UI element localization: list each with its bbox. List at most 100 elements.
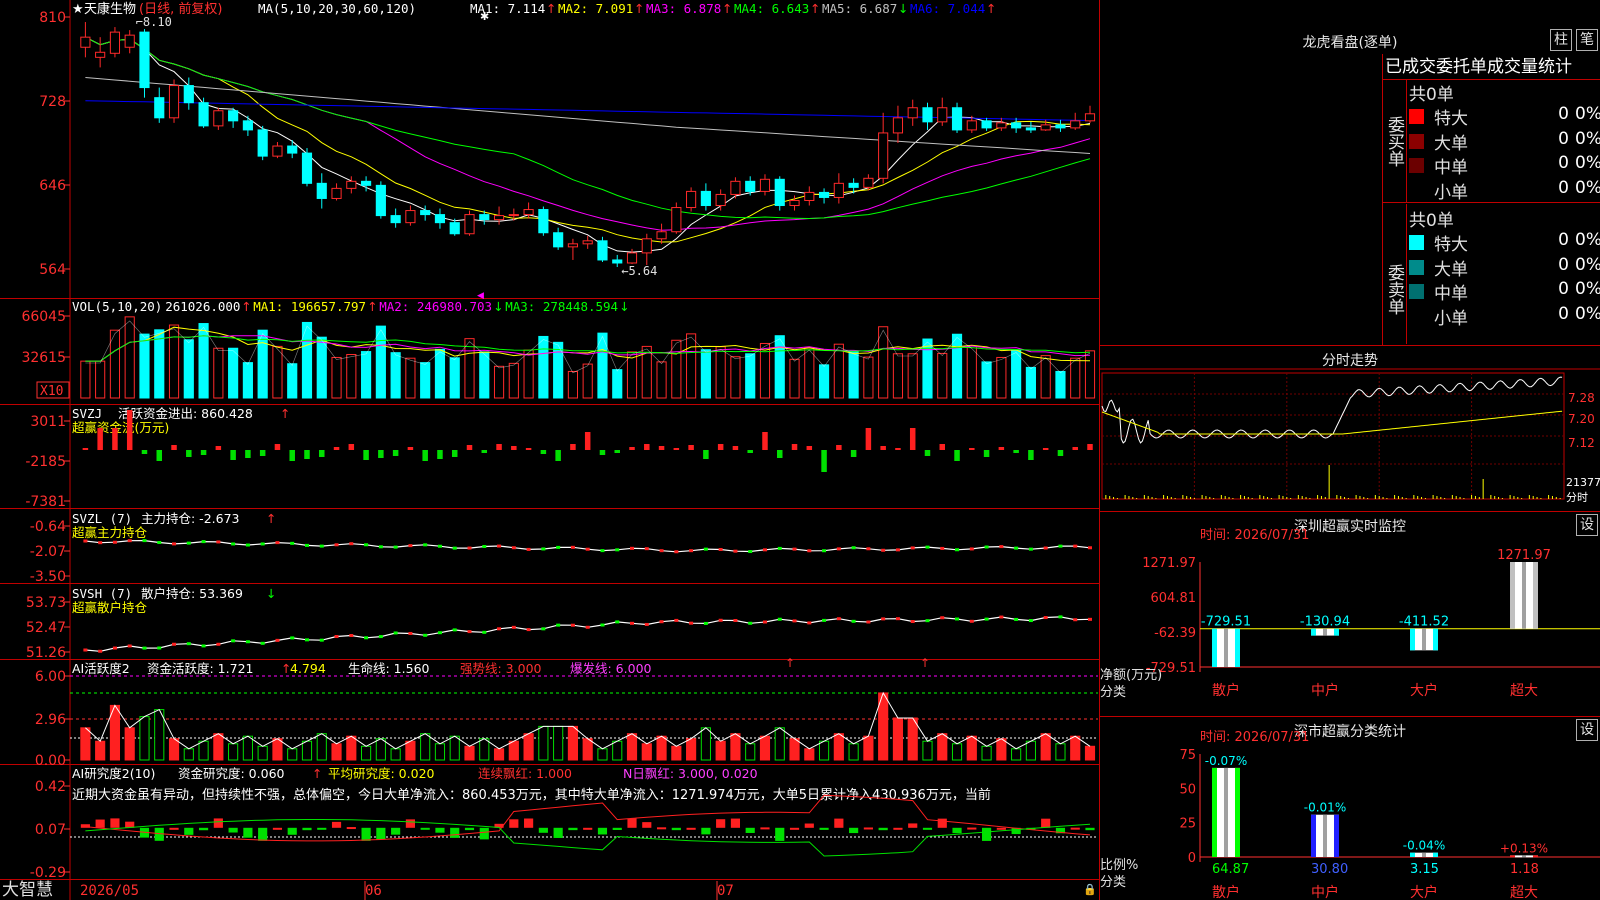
xaxis-label-jul: 07 xyxy=(717,883,734,899)
volume-bar xyxy=(1011,349,1022,399)
candle-body xyxy=(759,178,771,192)
candle-body xyxy=(316,182,327,199)
classify-bar-edge xyxy=(1410,852,1415,857)
candle-body xyxy=(287,145,298,154)
color-swatch xyxy=(1409,133,1424,149)
ai2-bar xyxy=(1085,827,1095,831)
lock-icon[interactable]: 🔒 xyxy=(1083,883,1097,896)
vol-ytick-0: 66045 xyxy=(21,309,66,325)
candle-body xyxy=(139,31,150,89)
svzj-bar xyxy=(570,444,576,450)
svzj-bar xyxy=(156,450,163,461)
svzj-bar xyxy=(703,450,709,459)
app-logo[interactable]: 大智慧 xyxy=(2,880,53,900)
svzl-dot xyxy=(201,540,206,544)
volume-bar xyxy=(1025,366,1036,399)
volume-bar xyxy=(168,324,180,399)
ai1-bar xyxy=(1025,740,1036,761)
svsh-dot xyxy=(157,646,162,650)
svzj-bar xyxy=(688,445,694,450)
svsh-dot xyxy=(556,623,561,627)
candle-body xyxy=(375,184,386,217)
vol-legend-item-4: MA3: 278448.594 xyxy=(505,299,618,314)
candle-body xyxy=(553,232,564,248)
svzj-bar xyxy=(112,428,118,450)
ai2-bar xyxy=(671,827,681,831)
svzj-bar xyxy=(747,450,753,453)
svzj-bar xyxy=(363,450,369,460)
ma-line-30 xyxy=(85,36,1091,220)
fenshi-panel[interactable]: 分时走势 7.28 7.20 7.12 21377 分时 xyxy=(1100,345,1600,511)
classify-bar-center xyxy=(1522,855,1526,858)
volume-bar xyxy=(287,363,298,399)
svsh-dot xyxy=(851,619,856,623)
candle-body xyxy=(1070,120,1081,129)
ai1-bar xyxy=(759,735,771,761)
svzl-dot xyxy=(290,541,295,545)
stock-name[interactable]: 天康生物 xyxy=(84,1,136,17)
buy-row-3: 小单 0 0% xyxy=(1409,177,1600,203)
ai2-bar xyxy=(346,827,356,830)
classify-bar-center xyxy=(1422,852,1426,857)
price-ytick-3: 564 xyxy=(39,262,66,278)
candle-body xyxy=(390,215,401,224)
ai2-bar xyxy=(198,827,209,831)
svzj-bar xyxy=(836,445,842,450)
ai1-bar xyxy=(612,740,623,761)
bar-mode-button[interactable]: 柱 xyxy=(1550,29,1572,51)
ai1-bar xyxy=(626,733,638,761)
monitor-bar-edge xyxy=(1533,562,1538,629)
classify-bar-edge xyxy=(1510,855,1515,858)
list-mode-button[interactable]: 笔 xyxy=(1576,29,1598,51)
classify-bar-center xyxy=(1323,814,1327,857)
classify-ytick-3: 0 xyxy=(1188,851,1196,866)
svzl-dot xyxy=(186,541,191,545)
svzl-dot xyxy=(999,545,1004,549)
svzj-bar xyxy=(1072,447,1078,450)
candle-body xyxy=(1025,127,1036,131)
svzl-dot xyxy=(940,546,945,550)
ai2-bar xyxy=(331,821,342,828)
ai1-bar xyxy=(361,745,372,761)
svzl-dot xyxy=(748,550,753,554)
ai2-bar xyxy=(376,827,386,840)
classify-bar-1 xyxy=(1311,814,1339,857)
fenshi-chart: 7.28 7.20 7.12 21377 分时 xyxy=(1100,368,1600,504)
svsh-dot xyxy=(290,636,295,640)
svzj-bar xyxy=(791,444,798,450)
classify-change-0: -0.07% xyxy=(1205,754,1247,768)
svsh-label: 散户持仓: 53.369 xyxy=(141,586,243,601)
svsh-dot xyxy=(762,620,767,624)
svsh-ytick-1: 52.47 xyxy=(26,620,66,636)
svzl-dot xyxy=(83,539,88,543)
svzj-bar xyxy=(304,450,310,459)
volume-bar xyxy=(656,361,667,399)
svzj-bar xyxy=(614,450,620,453)
row-label: 小单 xyxy=(1434,308,1468,329)
ai1-bar xyxy=(508,740,519,761)
classify-cat-3: 超大 xyxy=(1510,885,1538,900)
ai2-nday: N日飘红: 3.000, 0.020 xyxy=(623,766,758,781)
volume-bar xyxy=(434,348,446,399)
svzl-dot xyxy=(142,539,147,543)
candle-body xyxy=(272,145,283,157)
svzj-title: SVZJ xyxy=(72,406,102,421)
main-chart[interactable]: 810 728 646 564 66045 32615 3011 -2185 -7381 -0.6… xyxy=(0,0,1100,900)
volume-bar xyxy=(818,364,830,399)
candle-body xyxy=(567,243,578,248)
svzj-bar xyxy=(909,428,916,450)
ai1-bar xyxy=(774,727,785,761)
ai1-bar xyxy=(80,727,91,761)
volume-bar xyxy=(316,336,327,399)
candle-body xyxy=(331,187,342,199)
candle-body xyxy=(1084,113,1096,122)
svsh-dot xyxy=(615,620,620,624)
ma-legend: MA1: 7.114 ↑ MA2: 7.091 ↑ MA3: 6.878 ↑ MA4: 6.… xyxy=(470,1,996,16)
svzj-bar xyxy=(954,450,960,461)
candle-body xyxy=(671,207,682,233)
svzl-dot xyxy=(585,547,590,551)
svsh-dot xyxy=(585,625,590,629)
candle-body xyxy=(213,110,224,127)
ma-line-20 xyxy=(85,36,1091,231)
row-pct: 0% xyxy=(1575,177,1600,198)
